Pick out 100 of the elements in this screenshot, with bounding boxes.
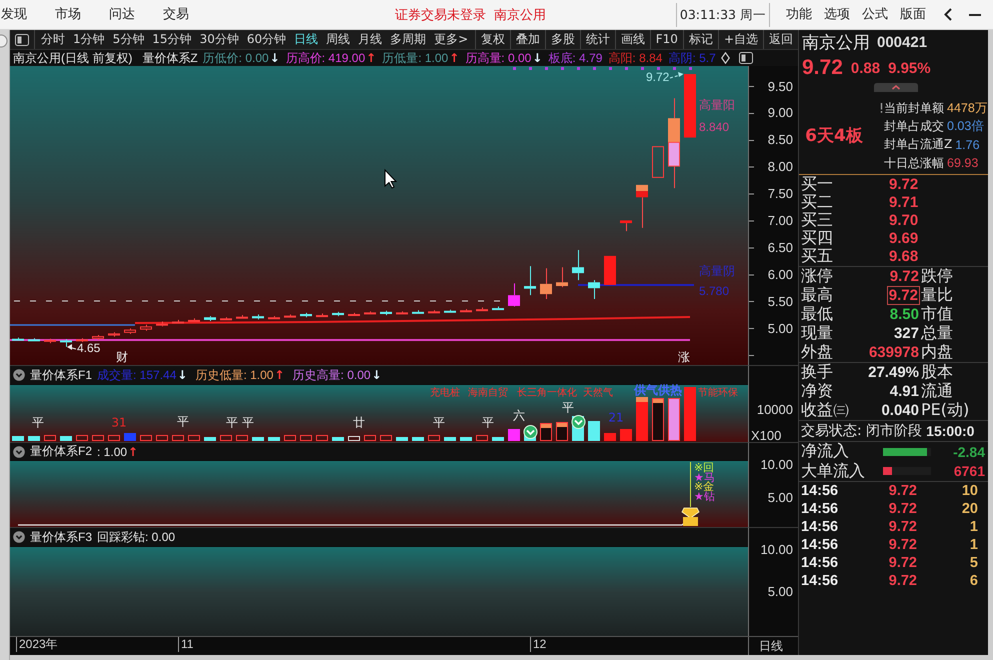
seal-value: 4478万 bbox=[947, 100, 988, 117]
candlestick bbox=[204, 316, 216, 322]
toolbar-button[interactable]: 标记 bbox=[684, 30, 718, 49]
signal-label: 廿 bbox=[353, 415, 365, 430]
axis-label: 9.00 bbox=[768, 105, 793, 120]
volume-bar bbox=[204, 437, 216, 441]
toolbar-button[interactable]: 画线 bbox=[616, 30, 650, 49]
toolbar-button[interactable]: +自选 bbox=[718, 30, 763, 49]
indicator-value: 高阳: 8.84 bbox=[608, 50, 662, 66]
volume-bar bbox=[92, 435, 104, 441]
seal-value: 0.03倍 bbox=[947, 118, 984, 135]
candlestick bbox=[396, 310, 408, 314]
chart-title: 南京公用(日线 前复权) bbox=[13, 50, 132, 66]
chevron-left-icon[interactable] bbox=[944, 8, 952, 21]
volume-bar bbox=[620, 429, 632, 441]
volume-bar bbox=[636, 397, 648, 441]
indicator-value: 高阴: 5.7 bbox=[668, 50, 716, 66]
period-tab[interactable]: 月线 bbox=[354, 30, 386, 49]
concept-tag: 充电桩 bbox=[430, 388, 460, 399]
pointer-arrow bbox=[67, 344, 76, 350]
period-tab[interactable]: 1分钟 bbox=[69, 30, 109, 49]
menu-item[interactable]: 功能 bbox=[786, 6, 812, 24]
axis-label: 10.00 bbox=[760, 542, 793, 556]
volume-bar bbox=[44, 435, 56, 441]
marker-label: 财 bbox=[116, 350, 128, 364]
indicator-name[interactable]: 量价体系F1 bbox=[30, 366, 92, 384]
menu-item[interactable]: 版面 bbox=[900, 6, 926, 24]
toolbar-button[interactable]: 多股 bbox=[546, 30, 580, 49]
quote-label: 收益㈢ bbox=[801, 400, 849, 421]
menu-item[interactable]: 市场 bbox=[55, 6, 81, 24]
diamond-outline-icon[interactable] bbox=[720, 52, 730, 64]
toolbar-button[interactable]: 复权 bbox=[476, 30, 510, 49]
minimize-icon[interactable] bbox=[969, 14, 981, 16]
period-tab[interactable]: 分时 bbox=[37, 30, 69, 49]
flow-value: 6761 bbox=[954, 463, 985, 480]
menu-item[interactable]: 选项 bbox=[824, 6, 850, 24]
menu-item[interactable]: 公式 bbox=[862, 6, 888, 24]
period-tab[interactable]: 日线 bbox=[290, 30, 322, 49]
toolbar-button[interactable]: 返回 bbox=[764, 30, 798, 49]
candlestick bbox=[316, 312, 328, 318]
tick-volume: 6 bbox=[970, 572, 978, 589]
volume-bar bbox=[124, 433, 136, 441]
candlestick bbox=[684, 74, 696, 138]
trend-arrow: ↑ bbox=[274, 368, 285, 382]
period-tab[interactable]: 多周期 bbox=[386, 30, 430, 49]
period-tab[interactable]: 30分钟 bbox=[196, 30, 243, 49]
diamond-icon bbox=[681, 508, 700, 526]
tick-volume: 20 bbox=[962, 500, 978, 517]
candlestick bbox=[364, 310, 376, 314]
menu-item[interactable]: 交易 bbox=[163, 6, 189, 24]
last-price: 9.72 bbox=[802, 56, 843, 80]
quote-label: 内盘 bbox=[921, 342, 953, 363]
status-time: 15:00:0 bbox=[926, 422, 974, 439]
marker-label: 涨 bbox=[678, 350, 690, 364]
quote-label: 量比 bbox=[921, 284, 953, 306]
bid-label: 买五 bbox=[801, 246, 834, 268]
candlestick bbox=[540, 268, 552, 300]
indicator-name[interactable]: 量价体系Z bbox=[142, 50, 198, 66]
toolbar-button[interactable]: F10 bbox=[650, 30, 683, 49]
panel-toggle-icon[interactable] bbox=[738, 52, 753, 64]
signal-label: 平 bbox=[177, 414, 189, 428]
concept-tag: 供气供热 bbox=[634, 384, 682, 397]
limit-up-streak: 6天4板 bbox=[804, 125, 864, 147]
quote-label: 现量 bbox=[801, 322, 833, 344]
period-tab[interactable]: 周线 bbox=[322, 30, 354, 49]
period-tab[interactable]: 更多> bbox=[430, 30, 472, 49]
quote-label: 最低 bbox=[801, 304, 833, 325]
chevron-circle-icon[interactable] bbox=[13, 446, 25, 458]
toolbar-button[interactable]: 统计 bbox=[580, 30, 615, 49]
info-mark-icon bbox=[880, 103, 883, 114]
quote-label: 流通 bbox=[921, 380, 953, 402]
period-tab[interactable]: 60分钟 bbox=[242, 30, 290, 49]
menu-item[interactable]: 问达 bbox=[109, 6, 135, 24]
candlestick bbox=[604, 256, 616, 285]
stock-name-text: 南京公用 bbox=[494, 6, 546, 24]
candlestick bbox=[556, 266, 568, 288]
menu-item[interactable]: 发现 bbox=[1, 6, 27, 24]
volume-bar bbox=[140, 435, 152, 441]
chevron-up-icon[interactable] bbox=[874, 83, 918, 92]
pointer-arrow bbox=[670, 72, 684, 78]
chevron-circle-icon[interactable] bbox=[13, 369, 25, 381]
seal-label: 封单占流通Z bbox=[884, 136, 952, 154]
period-tab[interactable]: 15分钟 bbox=[148, 30, 196, 49]
quote-value: 9.72 bbox=[888, 286, 919, 304]
indicator-name[interactable]: 量价体系F3 bbox=[30, 528, 92, 546]
candlestick bbox=[172, 319, 184, 324]
toolbar-button[interactable]: 叠加 bbox=[510, 30, 545, 49]
tick-time: 14:56 bbox=[801, 536, 838, 553]
period-tab[interactable]: 5分钟 bbox=[108, 30, 148, 49]
tick-price: 9.72 bbox=[888, 518, 917, 535]
stock-name: 南京公用 bbox=[802, 32, 870, 54]
period-label[interactable]: 日线 bbox=[759, 638, 783, 654]
indicator-name[interactable]: 量价体系F2 bbox=[30, 443, 92, 460]
panel-toggle-icon[interactable] bbox=[15, 34, 29, 46]
volume-bar bbox=[156, 435, 168, 441]
axis-label: 8.50 bbox=[768, 132, 793, 148]
bid-label: 买二 bbox=[801, 192, 834, 212]
ring-icon[interactable] bbox=[0, 34, 8, 48]
tick-volume: 1 bbox=[970, 518, 978, 535]
chevron-circle-icon[interactable] bbox=[13, 531, 25, 543]
